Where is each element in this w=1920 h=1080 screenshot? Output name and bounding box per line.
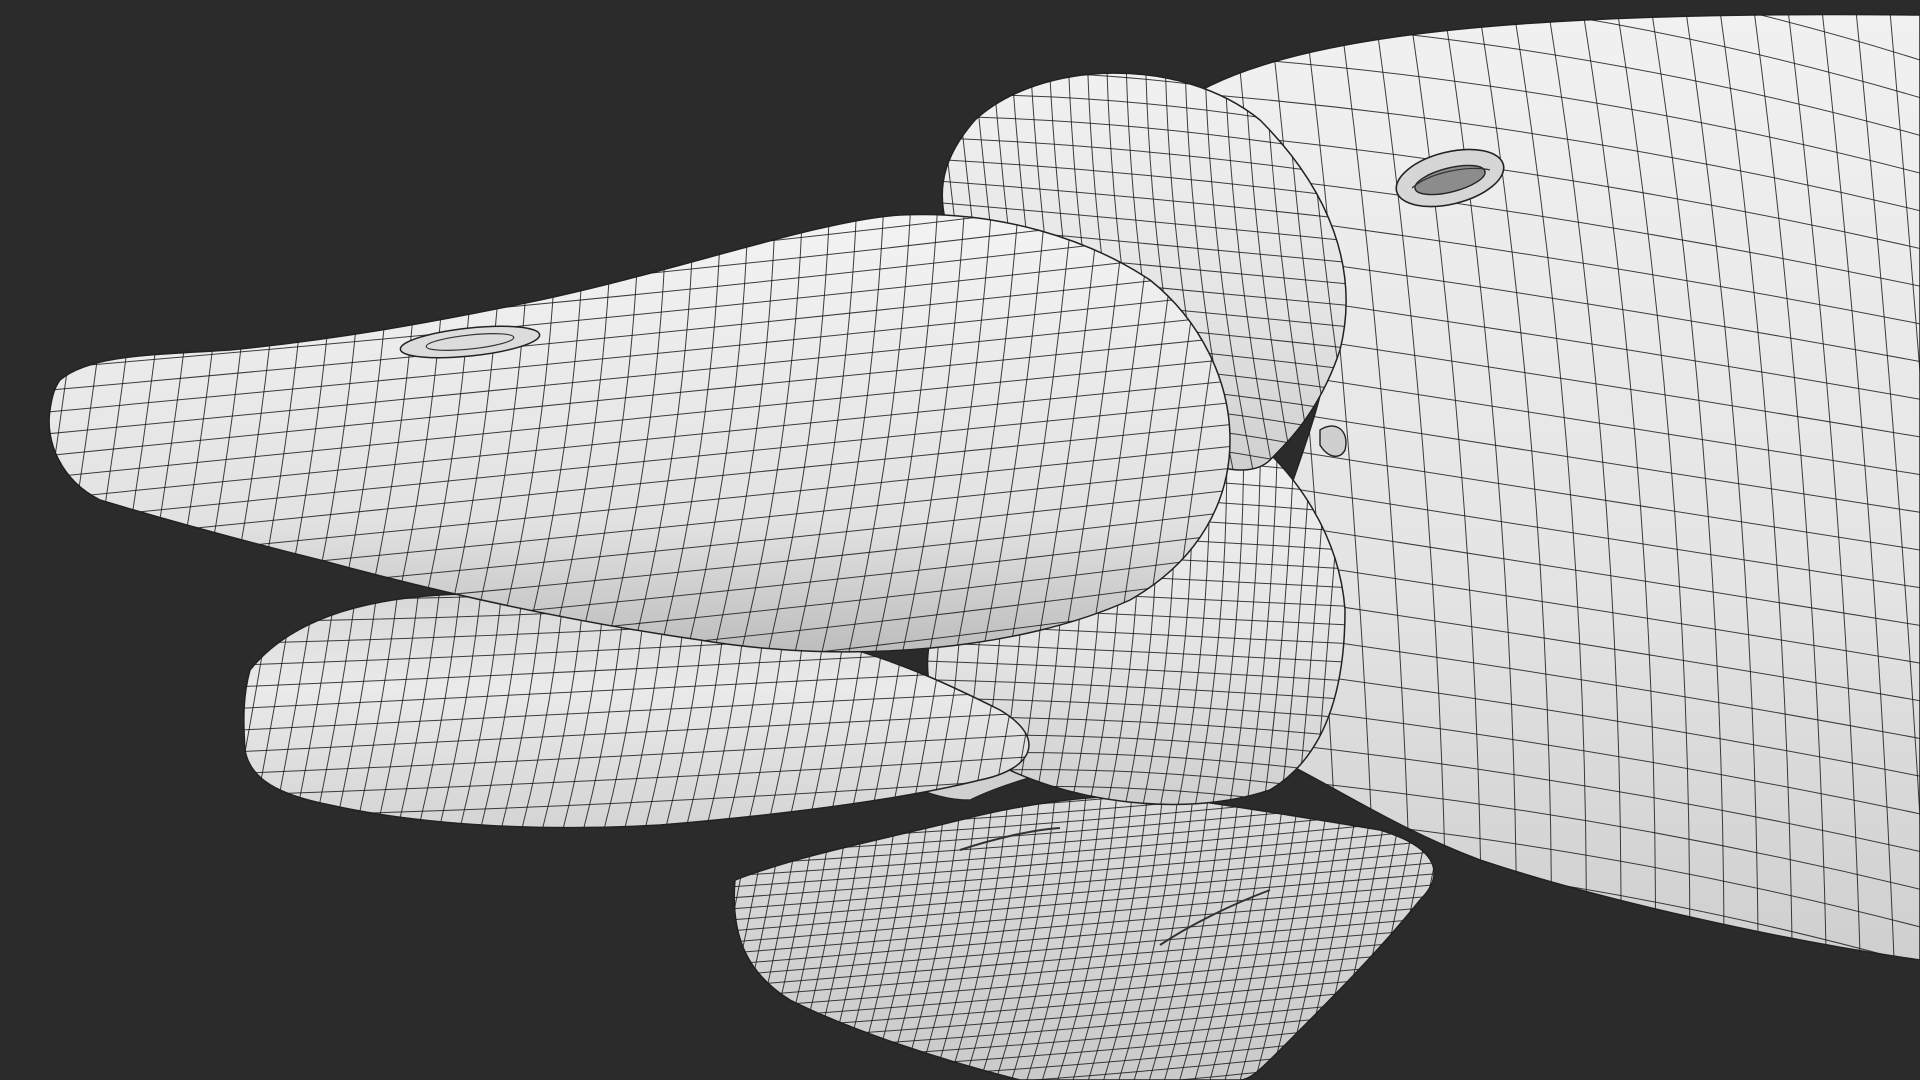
wireframe-render	[0, 0, 1920, 1080]
3d-viewport	[0, 0, 1920, 1080]
